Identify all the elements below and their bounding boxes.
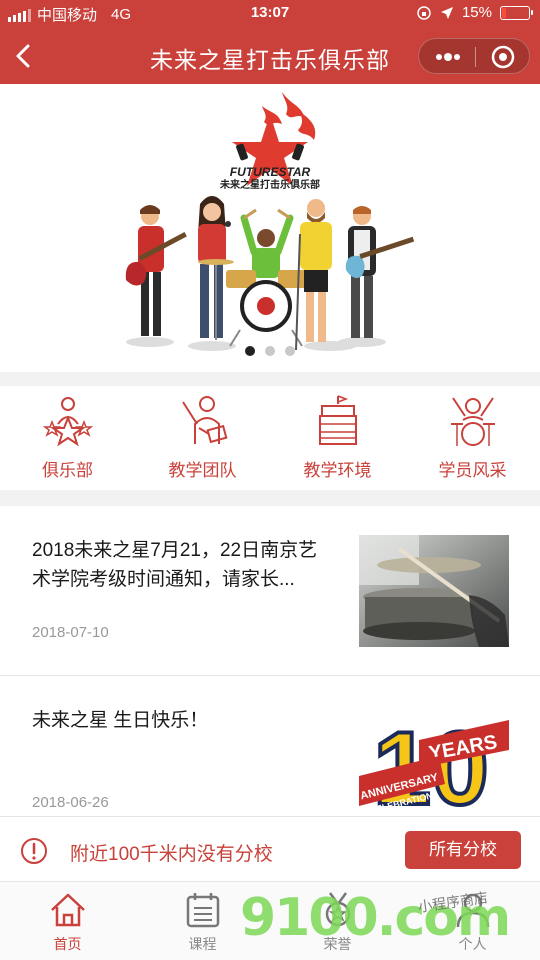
article-thumbnail [359, 535, 509, 647]
article-title: 未来之星 生日快乐！ [32, 710, 209, 731]
menu-item-students[interactable]: 学员风采 [405, 386, 540, 490]
futurestar-logo: FUTURESTAR 未来之星打击乐俱乐部 [219, 92, 320, 191]
anniversary-thumbnail: 10 YEARS ANNIVERSARY CELEBRATION [359, 702, 509, 816]
carousel-dot[interactable] [285, 346, 295, 356]
nav-bar: 未来之星打击乐俱乐部 [0, 28, 540, 84]
mini-program-capsule [418, 38, 530, 74]
tab-honors[interactable]: 荣誉 [270, 882, 405, 960]
article-date: 2018-06-26 [32, 794, 109, 811]
battery-icon [500, 5, 533, 20]
tab-home[interactable]: 首页 [0, 882, 135, 960]
article-item[interactable]: 2018未来之星7月21，22日南京艺术学院考级时间通知，请家长... 2018… [0, 506, 540, 676]
tab-bar: 首页 课程 荣誉 个人 [0, 882, 540, 960]
tab-label: 课程 [188, 936, 217, 952]
location-icon [440, 6, 453, 19]
capsule-divider [475, 47, 476, 67]
rotation-lock-icon [417, 5, 431, 20]
article-item[interactable]: 未来之星 生日快乐！ 2018-06-26 10 YEARS ANNIVERSA… [0, 676, 540, 816]
tab-label: 荣誉 [323, 936, 352, 952]
carousel-indicator [0, 346, 540, 356]
tab-courses[interactable]: 课程 [135, 882, 270, 960]
tab-profile[interactable]: 个人 [405, 882, 540, 960]
more-icon[interactable] [433, 47, 463, 67]
menu-label: 俱乐部 [42, 461, 93, 480]
menu-label: 教学环境 [303, 461, 372, 480]
nearby-branch-notice: 附近100千米内没有分校 所有分校 [0, 816, 540, 882]
banner-carousel[interactable]: FUTURESTAR 未来之星打击乐俱乐部 [0, 84, 540, 372]
tab-label: 首页 [53, 936, 82, 952]
menu-label: 教学团队 [168, 461, 237, 480]
logo-text-cn: 未来之星打击乐俱乐部 [219, 178, 320, 191]
teacher-icon [181, 396, 228, 444]
menu-item-environment[interactable]: 教学环境 [270, 386, 405, 490]
singer-figure [198, 196, 231, 338]
tab-label: 个人 [458, 936, 487, 952]
notice-text: 附近100千米内没有分校 [70, 844, 273, 865]
person-icon [456, 893, 489, 928]
status-bar: 中国移动 4G 13:07 15% [0, 0, 540, 28]
alert-icon [21, 838, 47, 864]
menu-item-teachers[interactable]: 教学团队 [135, 386, 270, 490]
close-mini-program-icon[interactable] [491, 45, 515, 69]
guitarist-right-figure [345, 206, 415, 338]
banner-illustration: FUTURESTAR 未来之星打击乐俱乐部 [125, 92, 415, 351]
calendar-icon [186, 893, 219, 928]
home-icon [50, 893, 85, 927]
guitarist-left-figure [125, 205, 187, 336]
logo-text-en: FUTURESTAR [230, 165, 311, 179]
carousel-dot[interactable] [265, 346, 275, 356]
club-icon [42, 397, 93, 447]
section-divider [0, 490, 540, 506]
menu-label: 学员风采 [438, 461, 507, 480]
category-menu: 俱乐部 教学团队 教学环境 学员风采 [0, 386, 540, 490]
battery-percent: 15% [461, 4, 492, 21]
drummer-icon [450, 397, 495, 446]
menu-item-club[interactable]: 俱乐部 [0, 386, 135, 490]
section-divider [0, 372, 540, 386]
article-title: 2018未来之星7月21，22日南京艺术学院考级时间通知，请家长... [32, 540, 318, 590]
status-right: 15% [416, 4, 533, 21]
battery-fill [502, 7, 507, 18]
medal-icon [325, 892, 350, 927]
all-branches-button[interactable]: 所有分校 [405, 831, 521, 869]
article-date: 2018-07-10 [32, 624, 109, 641]
carousel-dot[interactable] [245, 346, 255, 356]
building-icon [318, 395, 357, 445]
